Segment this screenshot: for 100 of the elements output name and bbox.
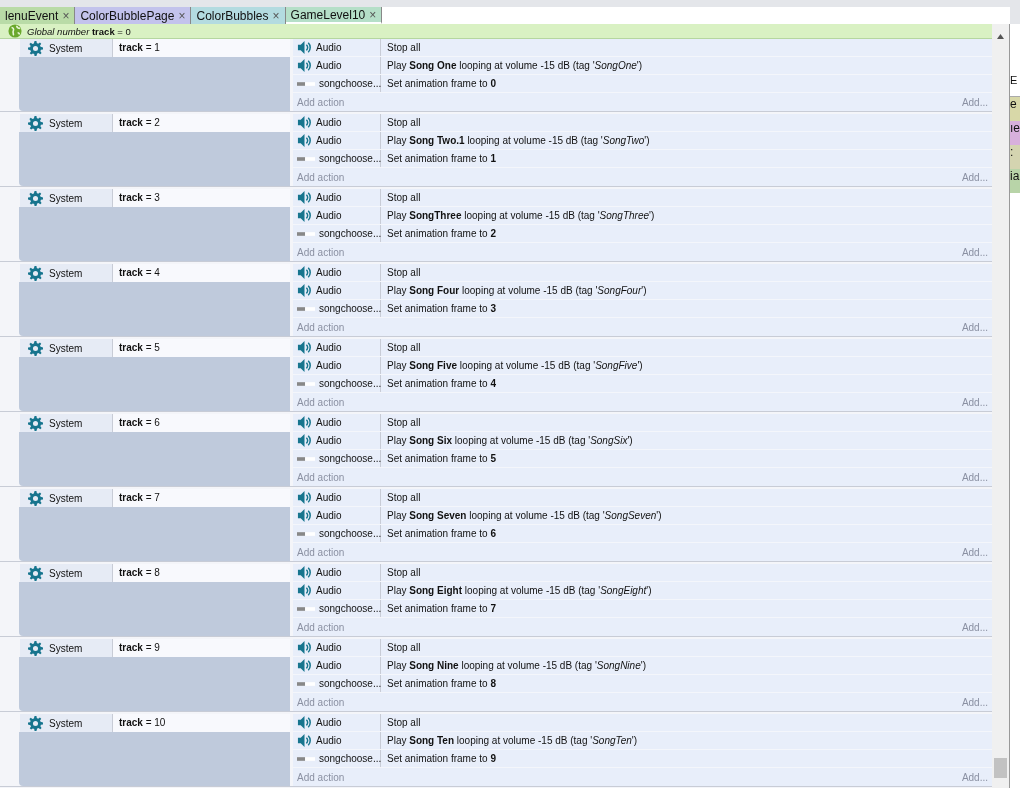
condition-text[interactable]: track = 7 <box>112 489 290 507</box>
condition-text[interactable]: track = 2 <box>112 114 290 132</box>
action-text[interactable]: Set animation frame to 6 <box>381 525 993 542</box>
action-text[interactable]: Play Song Four looping at volume -15 dB (tag 'SongFour') <box>381 282 993 299</box>
action-text[interactable]: Play SongThree looping at volume -15 dB (tag 'SongThree') <box>381 207 993 224</box>
document-tab[interactable]: ColorBubblePage × <box>75 7 192 24</box>
action-text[interactable]: Set animation frame to 2 <box>381 225 993 242</box>
condition-text[interactable]: track = 10 <box>112 714 290 732</box>
action-text[interactable]: Set animation frame to 7 <box>381 600 993 617</box>
action-object[interactable]: Audio <box>293 414 381 431</box>
action-text[interactable]: Set animation frame to 5 <box>381 450 993 467</box>
action-text[interactable]: Play Song Six looping at volume -15 dB (tag 'SongSix') <box>381 432 993 449</box>
panel-item[interactable]: ia <box>1010 169 1020 193</box>
action-object[interactable]: songchoose... <box>293 375 381 392</box>
action-text[interactable]: Play Song Nine looping at volume -15 dB (tag 'SongNine') <box>381 657 993 674</box>
panel-item[interactable]: e <box>1010 97 1020 121</box>
action-object[interactable]: Audio <box>293 57 381 74</box>
action-text[interactable]: Stop all <box>381 414 993 431</box>
action-object[interactable]: songchoose... <box>293 600 381 617</box>
close-icon[interactable]: × <box>369 7 377 22</box>
condition-text[interactable]: track = 9 <box>112 639 290 657</box>
action-text[interactable]: Stop all <box>381 564 993 581</box>
document-tab[interactable]: GameLevel10 × <box>285 7 383 24</box>
condition-object[interactable]: System <box>20 114 112 132</box>
condition-text[interactable]: track = 8 <box>112 564 290 582</box>
condition-object[interactable]: System <box>20 414 112 432</box>
action-text[interactable]: Play Song Seven looping at volume -15 dB (tag 'SongSeven') <box>381 507 993 524</box>
action-object[interactable]: songchoose... <box>293 450 381 467</box>
action-object[interactable]: Audio <box>293 357 381 374</box>
action-object[interactable]: songchoose... <box>293 750 381 767</box>
gear-icon <box>28 640 43 656</box>
panel-item[interactable]: : <box>1010 145 1020 169</box>
action-object[interactable]: songchoose... <box>293 75 381 92</box>
action-text[interactable]: Stop all <box>381 489 993 506</box>
action-text[interactable]: Stop all <box>381 39 993 56</box>
action-text[interactable]: Set animation frame to 0 <box>381 75 993 92</box>
action-object[interactable]: songchoose... <box>293 525 381 542</box>
condition-text[interactable]: track = 4 <box>112 264 290 282</box>
action-object[interactable]: Audio <box>293 339 381 356</box>
condition-object[interactable]: System <box>20 339 112 357</box>
action-text[interactable]: Set animation frame to 1 <box>381 150 993 167</box>
scroll-up-icon[interactable] <box>997 34 1004 39</box>
condition-object[interactable]: System <box>20 39 112 57</box>
condition-object[interactable]: System <box>20 564 112 582</box>
action-object[interactable]: Audio <box>293 207 381 224</box>
action-object[interactable]: Audio <box>293 264 381 281</box>
condition-text[interactable]: track = 3 <box>112 189 290 207</box>
condition-text[interactable]: track = 5 <box>112 339 290 357</box>
action-text[interactable]: Play Song Eight looping at volume -15 dB (tag 'SongEight') <box>381 582 993 599</box>
action-text[interactable]: Set animation frame to 8 <box>381 675 993 692</box>
close-icon[interactable]: × <box>272 8 280 23</box>
action-object[interactable]: songchoose... <box>293 300 381 317</box>
condition-object[interactable]: System <box>20 489 112 507</box>
scrollbar[interactable] <box>992 24 1009 788</box>
action-text[interactable]: Stop all <box>381 714 993 731</box>
action-object[interactable]: Audio <box>293 114 381 131</box>
action-text[interactable]: Stop all <box>381 339 993 356</box>
action-text[interactable]: Play Song Two.1 looping at volume -15 dB (tag 'SongTwo') <box>381 132 993 149</box>
action-object[interactable]: Audio <box>293 39 381 56</box>
sprite-icon <box>297 306 315 311</box>
action-object[interactable]: songchoose... <box>293 150 381 167</box>
global-variable-row[interactable]: Global number track = 0 <box>0 24 993 39</box>
condition-object[interactable]: System <box>20 714 112 732</box>
panel-item[interactable]: ıe <box>1010 121 1020 145</box>
action-object[interactable]: Audio <box>293 432 381 449</box>
condition-object[interactable]: System <box>20 639 112 657</box>
action-object[interactable]: Audio <box>293 507 381 524</box>
document-tab[interactable]: ColorBubbles × <box>191 7 286 24</box>
action-text[interactable]: Set animation frame to 3 <box>381 300 993 317</box>
action-object[interactable]: Audio <box>293 564 381 581</box>
action-object[interactable]: Audio <box>293 639 381 656</box>
action-text[interactable]: Play Song One looping at volume -15 dB (tag 'SongOne') <box>381 57 993 74</box>
condition-text[interactable]: track = 1 <box>112 39 290 57</box>
condition-object[interactable]: System <box>20 264 112 282</box>
action-object[interactable]: Audio <box>293 489 381 506</box>
action-text[interactable]: Stop all <box>381 114 993 131</box>
action-text[interactable]: Stop all <box>381 189 993 206</box>
action-text[interactable]: Set animation frame to 9 <box>381 750 993 767</box>
sprite-icon <box>297 231 315 236</box>
action-object[interactable]: Audio <box>293 657 381 674</box>
close-icon[interactable]: × <box>62 8 70 23</box>
action-text[interactable]: Play Song Five looping at volume -15 dB (tag 'SongFive') <box>381 357 993 374</box>
action-object[interactable]: Audio <box>293 714 381 731</box>
action-object[interactable]: Audio <box>293 582 381 599</box>
action-object[interactable]: songchoose... <box>293 675 381 692</box>
speaker-icon <box>297 433 312 448</box>
document-tab[interactable]: lenuEvent × <box>0 7 76 24</box>
action-text[interactable]: Set animation frame to 4 <box>381 375 993 392</box>
action-object[interactable]: Audio <box>293 189 381 206</box>
action-object[interactable]: songchoose... <box>293 225 381 242</box>
condition-object[interactable]: System <box>20 189 112 207</box>
action-object[interactable]: Audio <box>293 132 381 149</box>
close-icon[interactable]: × <box>178 8 186 23</box>
scrollbar-thumb[interactable] <box>994 758 1007 778</box>
action-object[interactable]: Audio <box>293 732 381 749</box>
condition-text[interactable]: track = 6 <box>112 414 290 432</box>
action-text[interactable]: Play Song Ten looping at volume -15 dB (tag 'SongTen') <box>381 732 993 749</box>
action-text[interactable]: Stop all <box>381 264 993 281</box>
action-text[interactable]: Stop all <box>381 639 993 656</box>
action-object[interactable]: Audio <box>293 282 381 299</box>
